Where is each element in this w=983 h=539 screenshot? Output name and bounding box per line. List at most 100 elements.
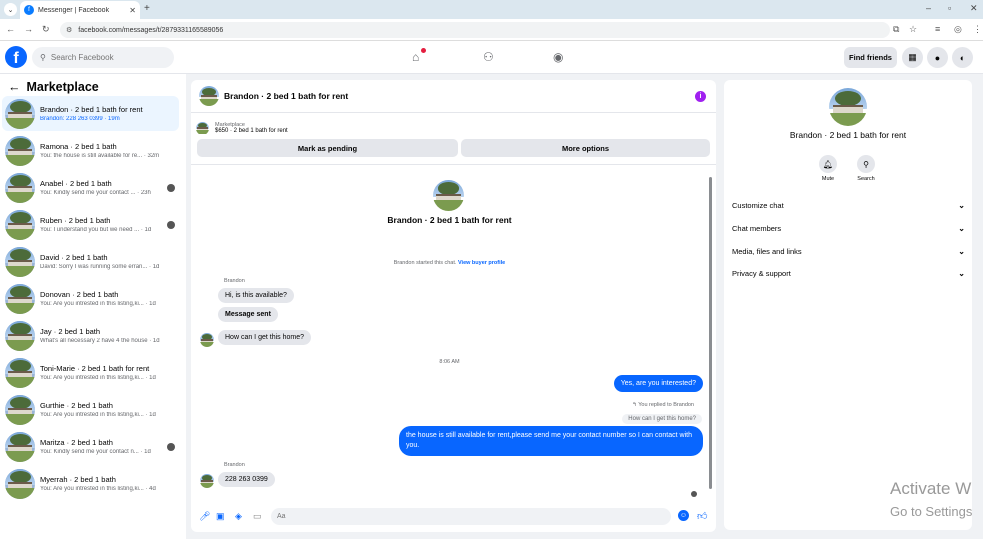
conversation-item[interactable]: Donovan · 2 bed 1 bath You: Are you intre… (2, 281, 179, 316)
conversation-item[interactable]: Brandon · 2 bed 1 bath for rent Brandon: … (2, 96, 179, 131)
groups-icon[interactable]: ◉ (553, 50, 563, 64)
chat-title[interactable]: Brandon · 2 bed 1 bath for rent (224, 91, 348, 101)
incoming-message[interactable]: 228 263 0399 (218, 472, 275, 487)
profile-icon[interactable]: ◎ (954, 24, 962, 35)
message-composer[interactable] (271, 508, 671, 525)
chat-scrollbar-thumb[interactable] (709, 177, 712, 489)
conversation-item[interactable]: Anabel · 2 bed 1 bath You: Kindly send me… (2, 170, 179, 205)
info-icon[interactable]: i (695, 91, 706, 102)
facebook-search[interactable]: ⚲ (32, 47, 174, 68)
restore-icon[interactable]: ▫ (948, 3, 951, 13)
site-settings-icon[interactable]: ⚙ (66, 26, 72, 34)
activate-windows-settings-text: Go to Settings (890, 504, 973, 519)
tab-search-icon[interactable]: ⌄ (4, 3, 17, 16)
facebook-search-input[interactable] (50, 53, 161, 62)
conversation-name: Myerrah · 2 bed 1 bath (40, 475, 116, 484)
more-options-button[interactable]: More options (461, 139, 710, 157)
listing-thumbnail (5, 394, 35, 425)
conversation-item[interactable]: Gurthie · 2 bed 1 bath You: Are you intre… (2, 392, 179, 427)
tab-close-icon[interactable]: ✕ (129, 6, 136, 15)
microphone-icon[interactable]: 🎤︎ (199, 511, 210, 522)
conversation-name: Anabel · 2 bed 1 bath (40, 179, 112, 188)
facebook-logo-icon[interactable]: f (5, 46, 27, 68)
back-icon[interactable]: ← (6, 24, 15, 34)
sticker-icon[interactable]: ◈ (235, 511, 242, 522)
facebook-top-bar: f ⚲ ⌂ ⚇ ◉ Find friends ▦ ● ◐ (0, 41, 983, 74)
media-icon[interactable]: ≡ (935, 24, 940, 34)
chevron-down-icon: ⌄ (958, 223, 965, 233)
info-panel-name: Brandon · 2 bed 1 bath for rent (789, 130, 907, 140)
conversation-item[interactable]: Maritza · 2 bed 1 bath You: Kindly send m… (2, 429, 179, 464)
conversation-name: Maritza · 2 bed 1 bath (40, 438, 113, 447)
emoji-icon[interactable]: ☺ (678, 510, 689, 521)
browser-tab[interactable]: f Messenger | Facebook ✕ (20, 1, 140, 19)
mute-button[interactable]: 🔔︎ Mute (808, 155, 848, 182)
chevron-down-icon: ⌄ (958, 246, 965, 256)
photo-icon[interactable]: ▣ (216, 511, 225, 522)
url-text: facebook.com/messages/t/2879331165589056 (78, 26, 224, 34)
sender-avatar (200, 333, 214, 347)
incoming-message[interactable]: Hi, is this available? (218, 288, 294, 303)
conversation-item[interactable]: David · 2 bed 1 bath David: Sorry I was r… (2, 244, 179, 279)
browser-menu-icon[interactable]: ⋮ (973, 24, 982, 35)
section-media-files-links[interactable]: Media, files and links ⌄ (732, 243, 965, 259)
section-privacy-support[interactable]: Privacy & support ⌄ (732, 265, 965, 281)
conversation-item[interactable]: Myerrah · 2 bed 1 bath You: Are you intre… (2, 466, 179, 501)
sender-name: Brandon (224, 462, 245, 468)
reply-context: ↰ You replied to Brandon (632, 402, 694, 408)
section-label: Privacy & support (732, 268, 791, 278)
install-app-icon[interactable]: ⧉ (893, 24, 899, 35)
section-customize-chat[interactable]: Customize chat ⌄ (732, 197, 965, 213)
quoted-message[interactable]: How can I get this home? (622, 414, 702, 424)
outgoing-message[interactable]: the house is still available for rent,pl… (399, 426, 703, 457)
mark-as-pending-button[interactable]: Mark as pending (197, 139, 458, 157)
account-avatar[interactable]: ◐ (952, 47, 973, 68)
conversation-item[interactable]: Ruben · 2 bed 1 bath You: I understand yo… (2, 207, 179, 242)
friends-icon[interactable]: ⚇ (483, 50, 494, 64)
message-input[interactable] (277, 513, 637, 520)
section-chat-members[interactable]: Chat members ⌄ (732, 220, 965, 236)
search-in-chat-button[interactable]: ⚲ Search (846, 155, 886, 182)
view-buyer-profile-link[interactable]: View buyer profile (458, 260, 505, 266)
menu-grid-icon[interactable]: ▦ (902, 47, 923, 68)
listing-thumbnail (5, 431, 35, 462)
like-thumbs-up-icon[interactable]: 👍︎ (697, 510, 707, 522)
outgoing-message[interactable]: Yes, are you interested? (613, 375, 703, 392)
chat-profile-avatar[interactable] (433, 180, 464, 211)
listing-summary[interactable]: Marketplace $650 · 2 bed 1 bath for rent (196, 117, 711, 139)
conversation-preview: You: I understand you but we need ... · … (40, 227, 152, 233)
back-arrow-icon[interactable]: ← (8, 80, 21, 94)
listing-thumbnail (5, 320, 35, 351)
minimize-icon[interactable]: – (926, 3, 931, 13)
find-friends-button[interactable]: Find friends (844, 47, 897, 68)
chat-avatar[interactable] (199, 86, 219, 106)
marketplace-sidebar: ← Marketplace Brandon · 2 bed 1 bath for … (0, 74, 186, 539)
bookmark-star-icon[interactable]: ☆ (909, 24, 917, 35)
conversation-item[interactable]: Ramona · 2 bed 1 bath You: the house is s… (2, 133, 179, 168)
notifications-bell-icon[interactable]: ● (927, 47, 948, 68)
sender-avatar (200, 474, 214, 488)
conversation-item[interactable]: Jay · 2 bed 1 bath What's all necessary 2… (2, 318, 179, 353)
sender-name: Brandon (224, 278, 245, 284)
incoming-message[interactable]: How can I get this home? (218, 330, 311, 345)
gif-icon[interactable]: ▭ (253, 511, 262, 522)
reload-icon[interactable]: ↻ (42, 24, 50, 35)
home-icon[interactable]: ⌂ (412, 50, 419, 64)
chat-profile-name: Brandon · 2 bed 1 bath for rent (387, 215, 512, 225)
address-bar-row: ← → ↻ ⚙ facebook.com/messages/t/28793311… (0, 19, 983, 41)
seen-avatar-icon (167, 220, 175, 229)
conversation-item[interactable]: Toni-Marie · 2 bed 1 bath for rent You: A… (2, 355, 179, 390)
listing-detail: $650 · 2 bed 1 bath for rent (215, 128, 288, 134)
forward-icon[interactable]: → (24, 24, 33, 34)
conversation-preview: You: Are you intrested in this listing,k… (40, 412, 156, 418)
info-panel-avatar[interactable] (829, 88, 867, 126)
url-bar[interactable]: ⚙ facebook.com/messages/t/28793311655890… (60, 22, 890, 38)
window-close-icon[interactable]: ✕ (970, 3, 978, 14)
chat-info-panel: Brandon · 2 bed 1 bath for rent 🔔︎ Mute … (724, 80, 972, 530)
incoming-message[interactable]: Message sent (218, 307, 278, 322)
conversation-name: David · 2 bed 1 bath (40, 253, 108, 262)
divider (191, 164, 716, 165)
new-tab-icon[interactable]: + (144, 3, 150, 14)
conversation-name: Toni-Marie · 2 bed 1 bath for rent (40, 364, 150, 373)
conversation-preview: You: Kindly send me your contact ... · 2… (40, 190, 151, 196)
